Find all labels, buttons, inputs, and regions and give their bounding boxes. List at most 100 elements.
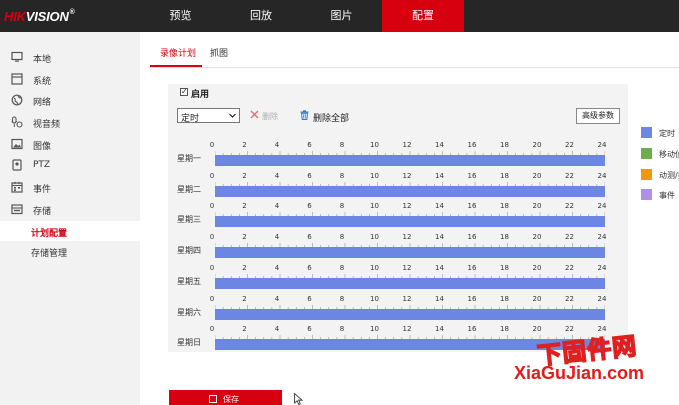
hour-tick-label: 6 xyxy=(307,294,312,303)
enable-label: 启用 xyxy=(191,90,210,100)
hour-tick-label: 8 xyxy=(339,141,345,149)
hour-tick-label: 16 xyxy=(467,325,477,334)
sidebar-item-event[interactable]: 事件 xyxy=(0,177,140,198)
hour-tick-label: 16 xyxy=(467,202,477,211)
record-type-select[interactable]: 定时 xyxy=(177,108,240,124)
delete-all-button[interactable]: 删除全部 xyxy=(313,111,349,124)
hour-tick-label: 0 xyxy=(209,202,215,211)
legend-label: 动测/报 xyxy=(659,171,679,180)
storage-icon xyxy=(11,204,23,215)
sidebar-item-storage[interactable]: 存储 xyxy=(0,199,140,220)
hour-tick-label: 0 xyxy=(209,233,215,242)
sidebar-item-label: PTZ xyxy=(33,160,51,170)
hour-tick-label: 4 xyxy=(274,233,280,242)
hour-tick-label: 2 xyxy=(242,202,247,211)
nav-playback[interactable]: 回放 xyxy=(221,0,301,32)
hour-tick-label: 18 xyxy=(500,171,509,180)
day-label: 星期五 xyxy=(177,276,201,286)
hour-tick-label: 8 xyxy=(339,263,345,272)
delete-button[interactable]: 删除 xyxy=(262,111,278,122)
hour-tick-label: 0 xyxy=(209,294,215,303)
day-label: 星期一 xyxy=(177,154,201,163)
sidebar-item-label: 网络 xyxy=(33,98,52,108)
ptz-icon xyxy=(12,159,22,171)
hour-tick-label: 6 xyxy=(307,263,312,272)
hour-tick-label: 2 xyxy=(242,325,247,334)
nav-preview[interactable]: 预览 xyxy=(140,0,221,32)
sidebar-item-system[interactable]: 系统 xyxy=(0,69,140,90)
sidebar-item-local[interactable]: 本地 xyxy=(0,47,140,68)
sidebar-item-label: 系统 xyxy=(33,77,52,87)
sidebar-item-network[interactable]: 网络 xyxy=(0,90,140,111)
hour-tick-label: 20 xyxy=(532,263,542,272)
trash-icon[interactable] xyxy=(300,110,309,120)
tab-record-schedule[interactable]: 录像计划 xyxy=(160,46,196,59)
legend-swatch xyxy=(641,189,652,200)
sidebar-item-label: 存储 xyxy=(33,207,52,217)
hour-tick-label: 12 xyxy=(402,294,412,303)
day-label: 星期六 xyxy=(177,307,201,317)
hour-tick-label: 22 xyxy=(565,171,574,180)
legend-swatch xyxy=(641,169,652,180)
watermark-url: XiaGuJian.com xyxy=(514,363,645,383)
hour-tick-label: 2 xyxy=(242,233,247,242)
sidebar-item-image[interactable]: 图像 xyxy=(0,134,140,155)
sidebar-subitem-storage-management[interactable]: 存储管理 xyxy=(0,241,140,261)
sidebar-subitem-schedule[interactable]: 计划配置 xyxy=(0,221,140,241)
hour-tick-label: 14 xyxy=(435,294,444,303)
hour-tick-label: 22 xyxy=(565,141,574,149)
hour-tick-label: 14 xyxy=(435,263,444,272)
hour-tick-label: 18 xyxy=(500,141,509,149)
hour-tick-label: 2 xyxy=(242,171,247,180)
tab-capture[interactable]: 抓图 xyxy=(210,46,228,59)
schedule-bar[interactable] xyxy=(215,155,605,166)
calendar-icon xyxy=(11,181,23,193)
hour-tick-label: 8 xyxy=(339,325,345,334)
hour-tick-label: 12 xyxy=(402,263,412,272)
monitor-icon xyxy=(11,51,23,62)
save-button[interactable]: 保存 xyxy=(169,390,282,405)
enable-checkbox[interactable]: ✓ xyxy=(180,88,188,96)
hour-tick-label: 18 xyxy=(500,325,509,334)
hour-tick-label: 14 xyxy=(435,233,444,242)
hour-tick-label: 20 xyxy=(532,141,542,149)
hour-tick-label: 22 xyxy=(565,263,574,272)
legend-swatch xyxy=(641,148,652,159)
globe-icon xyxy=(11,94,23,106)
hour-tick-label: 10 xyxy=(370,325,379,334)
hour-tick-label: 14 xyxy=(435,202,444,211)
sidebar-item-ptz[interactable]: PTZ xyxy=(0,155,140,176)
hour-tick-label: 24 xyxy=(597,233,607,242)
hour-tick-label: 2 xyxy=(242,141,247,149)
hour-tick-label: 0 xyxy=(209,325,215,334)
hour-tick-label: 4 xyxy=(274,263,280,272)
hour-tick-label: 8 xyxy=(339,202,345,211)
hour-tick-label: 18 xyxy=(500,263,509,272)
legend-swatch xyxy=(641,127,652,138)
hour-tick-label: 4 xyxy=(274,294,280,303)
schedule-bar[interactable] xyxy=(215,185,605,197)
tab-divider xyxy=(150,67,679,68)
hour-tick-label: 0 xyxy=(209,263,215,272)
hour-tick-label: 18 xyxy=(500,294,509,303)
hour-tick-label: 24 xyxy=(597,294,607,303)
delete-x-icon[interactable] xyxy=(250,110,259,119)
day-label: 星期日 xyxy=(177,338,201,348)
hour-tick-label: 10 xyxy=(370,202,379,211)
sidebar-item-label: 事件 xyxy=(33,185,52,195)
nav-configuration[interactable]: 配置 xyxy=(382,0,464,32)
sidebar-subitem-label: 计划配置 xyxy=(31,229,68,239)
hour-tick-label: 20 xyxy=(532,233,542,242)
nav-picture[interactable]: 图片 xyxy=(301,0,382,32)
schedule-bar[interactable] xyxy=(215,216,605,228)
schedule-bar[interactable] xyxy=(215,277,605,289)
sidebar-subitem-label: 存储管理 xyxy=(31,249,68,259)
day-label: 星期四 xyxy=(177,246,201,256)
sidebar-item-audio-video[interactable]: 视音频 xyxy=(0,112,140,133)
mouse-cursor-icon xyxy=(294,393,303,405)
hour-tick-label: 0 xyxy=(209,141,215,149)
advanced-params-button[interactable]: 高级参数 xyxy=(576,108,620,124)
hour-tick-label: 2 xyxy=(242,263,247,272)
schedule-bar[interactable] xyxy=(215,247,605,259)
schedule-bar[interactable] xyxy=(215,308,605,320)
